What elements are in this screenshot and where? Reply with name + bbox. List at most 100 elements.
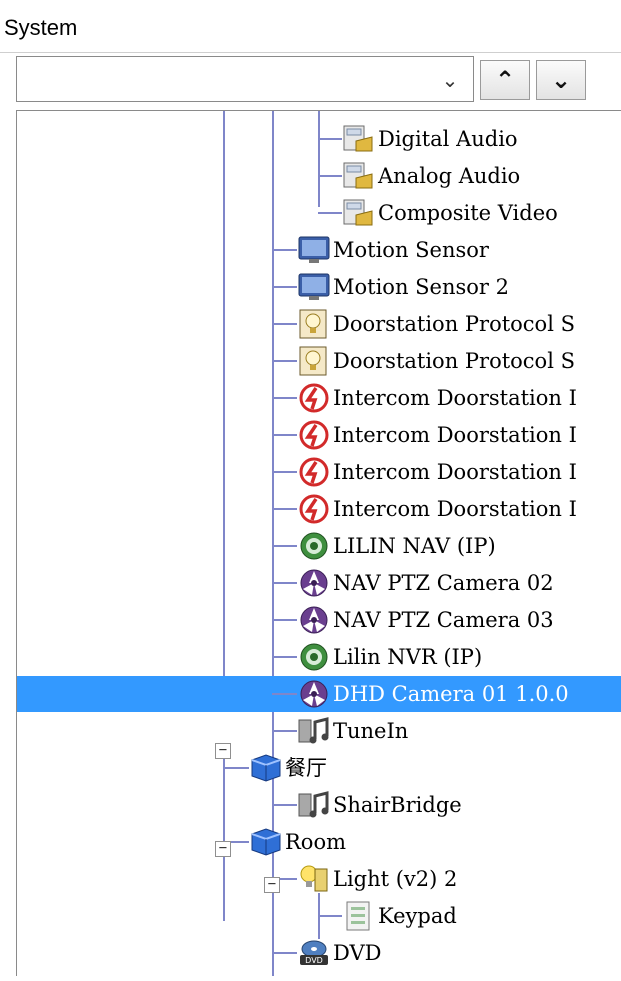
monitor-icon [297,234,331,266]
tree-branch-line [272,582,297,584]
tree-branch-line [318,915,342,917]
nvr-icon [297,530,331,562]
caret-up-icon: ⌃ [494,66,516,94]
tree-item-label: NAV PTZ Camera 03 [333,608,554,632]
chevron-down-icon[interactable]: ⌄ [435,65,465,95]
tree-branch-line [272,360,297,362]
tree-branch-line [272,508,297,510]
tree-item[interactable]: Doorstation Protocol S [17,306,621,342]
tree-item[interactable]: Keypad [17,898,621,934]
tree-item-label: Motion Sensor [333,238,489,262]
collapse-toggle[interactable]: − [215,743,231,759]
intercom-icon [297,382,331,414]
tree-branch-line [272,619,297,621]
tree-item-label: Composite Video [378,201,558,225]
tree-branch-line [223,767,249,769]
move-down-button[interactable]: ⌄ [536,60,586,100]
caret-down-icon: ⌄ [550,66,572,94]
tree-branch-line [272,730,297,732]
light-icon [297,863,331,895]
collapse-toggle[interactable]: − [215,841,231,857]
tree-branch-line [318,138,342,140]
tree-item-label: Keypad [378,904,457,928]
tree-item[interactable]: LILIN NAV (IP) [17,528,621,564]
tree-branch-line [272,804,297,806]
tree-item[interactable]: Digital Audio [17,121,621,157]
tree-item-label: Digital Audio [378,127,518,151]
nvr-icon [297,641,331,673]
intercom-icon [297,456,331,488]
tree-item-label: 餐厅 [285,756,327,780]
tree-branch-line [272,249,297,251]
move-up-button[interactable]: ⌃ [480,60,530,100]
tree-item-label: Lilin NVR (IP) [333,645,483,669]
svg-text:DVD: DVD [305,956,323,965]
tree-branch-line [272,397,297,399]
tree-item[interactable]: DHD Camera 01 1.0.0 [17,676,621,712]
tree-item[interactable]: Motion Sensor [17,232,621,268]
tree-item-label: Intercom Doorstation I [333,497,577,521]
music-icon [297,789,331,821]
tree-item[interactable]: Intercom Doorstation I [17,380,621,416]
tree-item[interactable]: Intercom Doorstation I [17,417,621,453]
tree-item[interactable]: Room [17,824,621,860]
tree-item[interactable]: Intercom Doorstation I [17,491,621,527]
tree-branch-line [318,212,342,214]
camera-icon [297,678,331,710]
dvd-icon: DVD [297,937,331,969]
tree-branch-line [272,286,297,288]
intercom-icon [297,493,331,525]
tree-item[interactable]: Light (v2) 2 [17,861,621,897]
tree-item-label: Analog Audio [378,164,521,188]
tree-item[interactable]: Motion Sensor 2 [17,269,621,305]
tree-branch-line [272,952,297,954]
collapse-toggle[interactable]: − [264,877,280,893]
tree-item-label: TuneIn [333,719,409,743]
tree-branch-line [272,471,297,473]
camera-icon [297,604,331,636]
tree-branch-line [272,434,297,436]
tree-item-label: Intercom Doorstation I [333,423,577,447]
tree-branch-line [272,693,297,695]
tree-item-label: Motion Sensor 2 [333,275,509,299]
tree-item[interactable]: DVD DVD [17,935,621,971]
tree-branch-line [272,323,297,325]
system-panel: System ⌄ ⌃ ⌄ Digital Audio Analog Audio Co… [0,0,621,981]
tree-item[interactable]: NAV PTZ Camera 03 [17,602,621,638]
tree-item-label: Intercom Doorstation I [333,460,577,484]
tree-branch-line [272,545,297,547]
tree-item-label: Doorstation Protocol S [333,349,575,373]
tree-item[interactable]: 餐厅 [17,750,621,786]
tree-item[interactable]: Doorstation Protocol S [17,343,621,379]
system-tree[interactable]: Digital Audio Analog Audio Composite Video… [16,110,621,976]
tree-branch-line [272,656,297,658]
tree-item[interactable]: ShairBridge [17,787,621,823]
audio-port-icon [342,123,376,155]
tree-item-label: Doorstation Protocol S [333,312,575,336]
tree-item-label: DVD [333,941,382,965]
tree-item-label: NAV PTZ Camera 02 [333,571,554,595]
tree-item-label: ShairBridge [333,793,462,817]
tree-item-label: Light (v2) 2 [333,867,458,891]
monitor-icon [297,271,331,303]
camera-icon [297,567,331,599]
room-icon [249,826,283,858]
tree-item[interactable]: Analog Audio [17,158,621,194]
tree-item[interactable]: Composite Video [17,195,621,231]
doorbell-icon [297,345,331,377]
tree-item-label: DHD Camera 01 1.0.0 [333,682,569,706]
intercom-icon [297,419,331,451]
room-icon [249,752,283,784]
system-selector-dropdown[interactable]: ⌄ [16,56,474,102]
tree-item[interactable]: NAV PTZ Camera 02 [17,565,621,601]
tree-item[interactable]: TuneIn [17,713,621,749]
audio-port-icon [342,160,376,192]
title-separator [0,52,621,53]
tree-item-label: LILIN NAV (IP) [333,534,496,558]
music-icon [297,715,331,747]
keypad-icon [342,900,376,932]
tree-branch-line [318,175,342,177]
tree-item-label: Room [285,830,347,854]
tree-item[interactable]: Lilin NVR (IP) [17,639,621,675]
tree-item[interactable]: Intercom Doorstation I [17,454,621,490]
